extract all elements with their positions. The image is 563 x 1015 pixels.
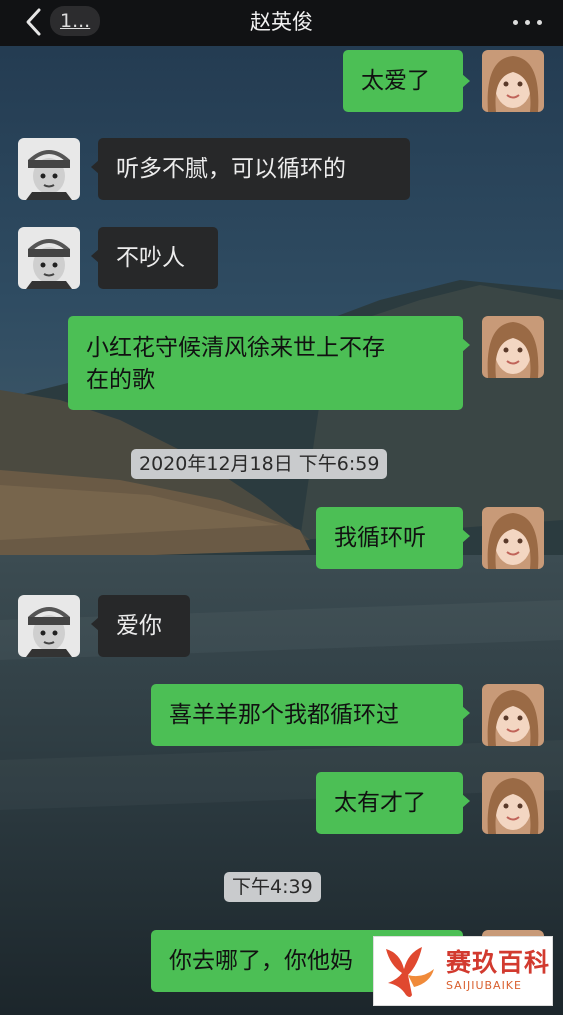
message-bubble-sent[interactable]: 小红花守候清风徐来世上不存 在的歌 [68, 316, 470, 410]
message-text: 爱你 [116, 613, 162, 639]
message-bubble-sent[interactable]: 太爱了 [343, 50, 470, 112]
timestamp-label: 2020年12月18日 下午6:59 [131, 449, 388, 479]
message-bubble-received[interactable]: 听多不腻，可以循环的 [91, 138, 410, 200]
boy-avatar-icon [18, 595, 80, 657]
message-text: 不吵人 [116, 245, 185, 271]
message-text: 喜羊羊那个我都循环过 [169, 702, 399, 728]
girl-avatar-icon [482, 772, 544, 834]
more-options-icon[interactable] [511, 8, 545, 36]
watermark-logo: 赛玖百科 SAIJIUBAIKE [373, 936, 553, 1006]
message-text: 太爱了 [361, 68, 430, 94]
message-text-line: 在的歌 [86, 367, 155, 393]
timestamp-label: 下午4:39 [224, 872, 321, 902]
message-bubble-received[interactable]: 不吵人 [91, 227, 218, 289]
avatar-self[interactable] [482, 684, 544, 746]
girl-avatar-icon [482, 507, 544, 569]
girl-avatar-icon [482, 50, 544, 112]
boy-avatar-icon [18, 227, 80, 289]
watermark-subtext: SAIJIUBAIKE [446, 979, 522, 992]
message-text: 听多不腻，可以循环的 [116, 156, 346, 182]
watermark-text: 赛玖百科 [446, 948, 551, 977]
girl-avatar-icon [482, 684, 544, 746]
message-bubble-sent[interactable]: 太有才了 [316, 772, 470, 834]
boy-avatar-icon [18, 138, 80, 200]
message-bubble-sent[interactable]: 喜羊羊那个我都循环过 [151, 684, 470, 746]
whale-tail-logo-icon [386, 947, 434, 997]
chat-header: 1... 赵英俊 [0, 0, 563, 46]
avatar-contact[interactable] [18, 595, 80, 657]
message-bubble-received[interactable]: 爱你 [91, 595, 190, 657]
avatar-contact[interactable] [18, 138, 80, 200]
avatar-self[interactable] [482, 50, 544, 112]
message-text: 我循环听 [334, 525, 426, 551]
avatar-self[interactable] [482, 772, 544, 834]
message-bubble-sent[interactable]: 我循环听 [316, 507, 470, 569]
message-text: 太有才了 [334, 790, 426, 816]
avatar-contact[interactable] [18, 227, 80, 289]
message-text: 你去哪了，你他妈 [169, 948, 353, 974]
avatar-self[interactable] [482, 316, 544, 378]
chat-title: 赵英俊 [250, 10, 313, 34]
avatar-self[interactable] [482, 507, 544, 569]
girl-avatar-icon [482, 316, 544, 378]
message-text-line: 小红花守候清风徐来世上不存 [86, 335, 385, 361]
